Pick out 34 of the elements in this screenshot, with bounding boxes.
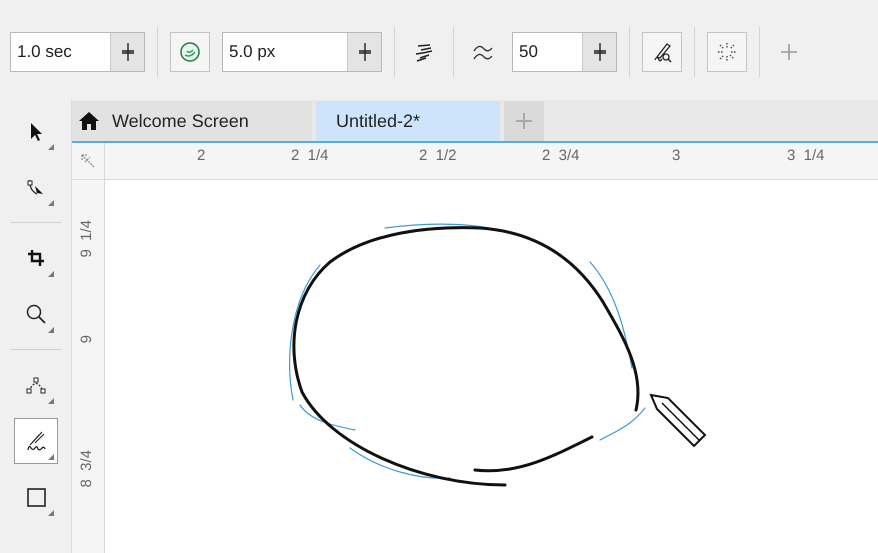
corner-triangle-icon bbox=[48, 454, 54, 460]
plus-icon bbox=[513, 110, 535, 132]
ruler-label: 2 1/2 bbox=[419, 146, 457, 166]
ruler-label: 2 3/4 bbox=[542, 146, 580, 166]
rectangle-icon[interactable] bbox=[24, 486, 46, 508]
ruler-label: 2 1/4 bbox=[291, 146, 329, 166]
document-tab[interactable]: Welcome Screen bbox=[72, 101, 312, 141]
ruler-label: 9 1/4 bbox=[77, 220, 96, 258]
corner-triangle-icon bbox=[48, 510, 54, 516]
ruler-label: 2 bbox=[197, 146, 206, 166]
freehand-icon[interactable] bbox=[24, 430, 46, 452]
ruler-label: 8 3/4 bbox=[77, 450, 96, 488]
corner-triangle-icon bbox=[48, 144, 54, 150]
corner-triangle-icon bbox=[48, 200, 54, 206]
corner-triangle-icon bbox=[48, 327, 54, 333]
number-field[interactable]: 1.0 sec bbox=[10, 32, 145, 72]
spin-icon[interactable] bbox=[120, 41, 134, 63]
number-field[interactable]: 50 bbox=[512, 32, 617, 72]
number-field[interactable]: 5.0 px bbox=[222, 32, 382, 72]
document-tab[interactable]: Untitled-2* bbox=[316, 101, 500, 141]
corner-triangle-icon bbox=[48, 398, 54, 404]
ruler-label: 9 bbox=[77, 335, 96, 344]
spin-icon[interactable] bbox=[592, 41, 606, 63]
zoom-icon[interactable] bbox=[24, 303, 46, 325]
pencil-cursor-icon bbox=[649, 394, 706, 448]
tool-button[interactable] bbox=[14, 418, 58, 464]
ruler-label: 3 bbox=[672, 146, 680, 166]
corner-triangle-icon bbox=[48, 271, 54, 277]
ruler-origin-icon[interactable] bbox=[81, 154, 95, 168]
home-icon[interactable] bbox=[78, 110, 100, 132]
dotted-star-icon[interactable] bbox=[716, 41, 738, 63]
circle-icon[interactable] bbox=[179, 41, 201, 63]
ruler-label: 3 1/4 bbox=[787, 146, 825, 166]
spin-icon[interactable] bbox=[358, 41, 372, 63]
